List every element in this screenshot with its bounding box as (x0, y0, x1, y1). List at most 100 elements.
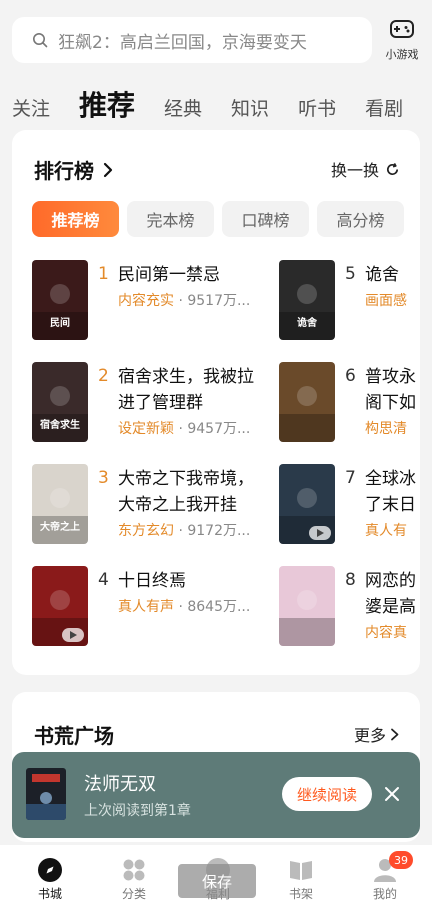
refresh-icon (386, 162, 399, 175)
book-count: · 8645万... (174, 599, 251, 615)
book-meta: 设定新颖 · 9457万... (118, 418, 250, 438)
book-cover-title: 大帝之上 (40, 522, 80, 533)
search-bar[interactable]: 狂飙2：高启兰回国，京海要变天 (12, 17, 372, 63)
tab-audiobook[interactable]: 听书 (298, 94, 336, 124)
book-meta: 构思清 (365, 418, 407, 438)
rank-number: 2 (98, 366, 109, 386)
tab-classic[interactable]: 经典 (164, 94, 202, 124)
grid-icon (123, 859, 145, 881)
book-icon (290, 861, 312, 880)
book-cover: 宿舍求生 (32, 362, 88, 442)
book-tag: 真人有 (365, 523, 407, 539)
ranking-item[interactable]: 7 全球冰 了末日 真人有 (279, 464, 420, 544)
book-title-line2: 了末日 (365, 495, 416, 515)
book-count: · 9457万... (174, 421, 251, 437)
mini-game-button[interactable]: 小游戏 (382, 18, 422, 62)
continue-reading-bar[interactable]: 法师无双 上次阅读到第1章 继续阅读 (12, 752, 420, 838)
book-meta: 东方玄幻 · 9172万... (118, 520, 250, 540)
book-cover-title: 宿舍求生 (40, 420, 80, 431)
book-cover: 诡舍 (279, 260, 335, 340)
book-title: 诡舍 (365, 265, 399, 285)
rank-number: 1 (98, 264, 109, 284)
rank-number: 3 (98, 468, 109, 488)
play-icon (62, 628, 84, 642)
book-tag: 内容充实 (118, 293, 174, 309)
book-title: 十日终焉 (118, 571, 186, 591)
ranking-item[interactable]: 宿舍求生 2 宿舍求生，我被拉 进了管理群设定新颖 · 9457万... (32, 362, 272, 442)
nav-category[interactable]: 分类 (109, 857, 159, 902)
gamepad-icon (390, 20, 414, 38)
book-title: 宿舍求生，我被拉 (118, 367, 254, 387)
book-title: 全球冰 (365, 469, 416, 489)
book-title-line2: 婆是高 (365, 597, 416, 617)
book-meta: 真人有 (365, 520, 407, 540)
mini-game-label: 小游戏 (385, 48, 419, 61)
save-button[interactable]: 保存 (178, 864, 256, 898)
book-cover: 民间 (32, 260, 88, 340)
book-count: · 9172万... (174, 523, 251, 539)
pill-completed[interactable]: 完本榜 (127, 201, 214, 237)
rank-number: 5 (345, 264, 356, 284)
continue-reading-button[interactable]: 继续阅读 (282, 777, 372, 811)
top-bar: 狂飙2：高启兰回国，京海要变天 小游戏 (0, 0, 432, 78)
ranking-pills: 推荐榜 完本榜 口碑榜 高分榜 (32, 201, 404, 237)
book-meta: 内容真 (365, 622, 407, 642)
ranking-header[interactable]: 排行榜 (34, 155, 114, 184)
nav-bookstore[interactable]: 书城 (25, 857, 75, 902)
book-title: 网恋的 (365, 571, 416, 591)
ranking-list: 民间 1 民间第一禁忌内容充实 · 9517万... 宿舍求生 2 宿舍求生，我被拉 进了管… (32, 260, 420, 660)
ranking-item[interactable]: 诡舍 5 诡舍 画面感 (279, 260, 420, 340)
book-square-title: 书荒广场 (34, 724, 114, 748)
tab-drama[interactable]: 看剧 (365, 94, 403, 124)
rank-number: 4 (98, 570, 109, 590)
book-tag: 设定新颖 (118, 421, 174, 437)
nav-profile[interactable]: 我的 39 (360, 851, 413, 902)
compass-icon (38, 858, 62, 882)
book-tag: 画面感 (365, 293, 407, 309)
book-cover (32, 566, 88, 646)
ranking-title: 排行榜 (34, 159, 94, 183)
tab-follow[interactable]: 关注 (12, 94, 50, 124)
ranking-item[interactable]: 4 十日终焉真人有声 · 8645万... (32, 566, 272, 646)
tab-recommend[interactable]: 推荐 (79, 88, 135, 124)
book-tag: 构思清 (365, 421, 407, 437)
book-meta: 画面感 (365, 290, 407, 310)
book-title-line2: 进了管理群 (118, 393, 203, 413)
switch-button[interactable]: 换一换 (331, 157, 400, 181)
close-icon[interactable] (380, 782, 404, 806)
pill-recommend[interactable]: 推荐榜 (32, 201, 119, 237)
continue-title: 法师无双 (84, 774, 156, 795)
continue-subtitle: 上次阅读到第1章 (84, 803, 191, 819)
nav-label: 分类 (121, 887, 146, 901)
tab-knowledge[interactable]: 知识 (231, 94, 269, 124)
ranking-item[interactable]: 8 网恋的 婆是高 内容真 (279, 566, 420, 646)
book-cover-title: 民间 (50, 318, 70, 329)
ranking-item[interactable]: 大帝之上 3 大帝之下我帝境， 大帝之上我开挂 东方玄幻 · 9172万... (32, 464, 272, 544)
category-tabs: 关注 推荐 经典 知识 听书 看剧 (12, 80, 432, 124)
chevron-right-icon (391, 728, 399, 740)
book-cover (26, 768, 66, 820)
book-cover: 大帝之上 (32, 464, 88, 544)
book-tag: 内容真 (365, 625, 407, 641)
book-title: 大帝之下我帝境， (118, 469, 254, 489)
pill-reputation[interactable]: 口碑榜 (222, 201, 309, 237)
ranking-item[interactable]: 6 普攻永 阁下如 构思清 (279, 362, 420, 442)
nav-label: 我的 (372, 887, 397, 901)
notification-badge: 39 (389, 851, 413, 869)
rank-number: 6 (345, 366, 356, 386)
nav-bookshelf[interactable]: 书架 (276, 857, 326, 902)
book-cover (279, 362, 335, 442)
search-placeholder: 狂飙2：高启兰回国，京海要变天 (58, 32, 307, 53)
book-meta: 真人有声 · 8645万... (118, 596, 250, 616)
nav-label: 书城 (37, 887, 62, 901)
play-icon (309, 526, 331, 540)
book-cover-title: 诡舍 (297, 318, 317, 329)
pill-high-score[interactable]: 高分榜 (317, 201, 404, 237)
book-cover (279, 464, 335, 544)
book-title: 民间第一禁忌 (118, 265, 220, 285)
switch-label: 换一换 (330, 161, 379, 180)
ranking-item[interactable]: 民间 1 民间第一禁忌内容充实 · 9517万... (32, 260, 272, 340)
book-title-line2: 大帝之上我开挂 (118, 495, 237, 515)
more-button[interactable]: 更多 (354, 722, 400, 746)
book-meta: 内容充实 · 9517万... (118, 290, 250, 310)
